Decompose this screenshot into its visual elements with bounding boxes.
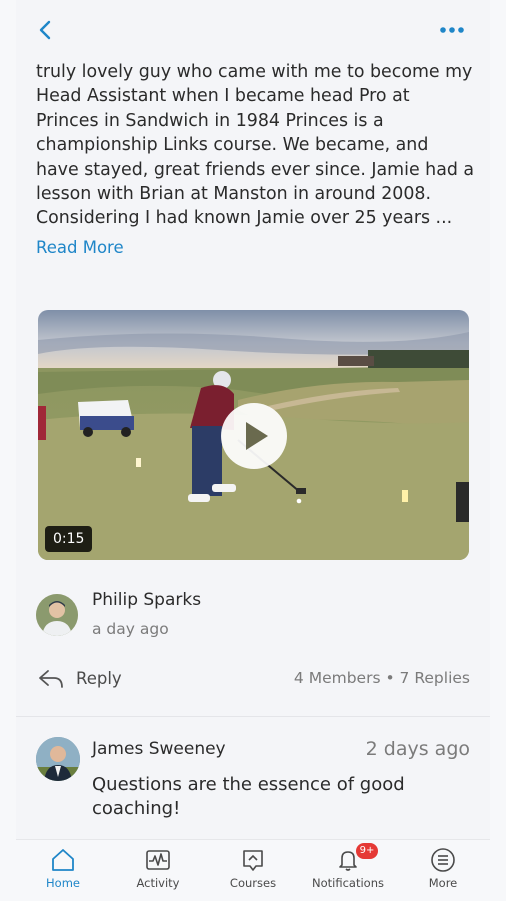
tab-home[interactable]: Home <box>16 840 110 901</box>
bottom-tab-bar: Home Activity Courses 9+ Notifications M… <box>16 839 490 901</box>
members-replies-count[interactable]: 4 Members • 7 Replies <box>294 669 470 687</box>
reply-arrow-icon <box>39 670 63 688</box>
reply-body-text: Questions are the essence of good coachi… <box>92 774 405 819</box>
courses-icon <box>243 850 263 871</box>
post-timestamp: a day ago <box>92 620 169 638</box>
author-avatar-image <box>36 594 78 636</box>
play-button[interactable] <box>221 403 287 469</box>
author-name[interactable]: Philip Sparks <box>92 590 201 610</box>
tab-more-label: More <box>428 876 458 890</box>
app-screen: truly lovely guy who came with me to bec… <box>16 0 490 901</box>
tab-courses[interactable]: Courses <box>206 840 300 901</box>
reply-item: James Sweeney 2 days ago Questions are t… <box>16 717 490 839</box>
tab-activity-label: Activity <box>136 876 180 890</box>
chevron-left-icon <box>39 20 51 40</box>
play-icon <box>246 422 268 450</box>
reply-author-avatar[interactable] <box>36 737 80 781</box>
tab-more[interactable]: More <box>396 840 490 901</box>
tab-courses-label: Courses <box>229 876 277 890</box>
activity-icon <box>146 850 170 870</box>
tab-home-label: Home <box>46 876 80 890</box>
reply-author-avatar-image <box>36 737 80 781</box>
reply-label: Reply <box>76 669 122 688</box>
top-bar <box>16 0 490 60</box>
notifications-badge: 9+ <box>356 843 378 859</box>
tab-activity[interactable]: Activity <box>111 840 205 901</box>
post-body-text: truly lovely guy who came with me to bec… <box>36 62 475 229</box>
home-icon <box>52 849 74 871</box>
read-more-link[interactable]: Read More <box>36 238 124 257</box>
reply-timestamp: 2 days ago <box>365 738 470 760</box>
ellipsis-icon <box>440 27 464 33</box>
more-options-button[interactable] <box>438 20 466 40</box>
tab-notifications[interactable]: 9+ Notifications <box>301 840 395 901</box>
tab-notifications-label: Notifications <box>312 876 384 890</box>
video-player[interactable]: 0:15 <box>38 310 469 560</box>
back-button[interactable] <box>34 18 58 42</box>
author-avatar[interactable] <box>36 594 78 636</box>
more-list-icon <box>431 848 455 872</box>
video-duration: 0:15 <box>45 526 93 552</box>
reply-author-name[interactable]: James Sweeney <box>92 739 226 759</box>
